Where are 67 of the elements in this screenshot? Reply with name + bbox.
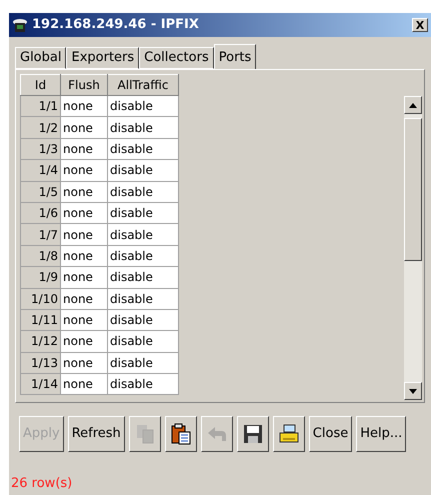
table-cell: none <box>60 160 108 182</box>
row-header-cell: 1/2 <box>20 116 60 138</box>
table-cell: disable <box>108 181 178 202</box>
row-header-cell: 1/10 <box>20 288 60 310</box>
down-arrow-icon <box>409 388 417 394</box>
clipboard-icon <box>170 423 192 445</box>
table-cell: disable <box>108 224 178 246</box>
table-cell: none <box>60 96 108 117</box>
up-arrow-icon <box>409 102 417 108</box>
printer-button[interactable] <box>272 416 305 452</box>
table-cell: none <box>60 352 108 374</box>
tab[interactable]: Exporters <box>66 47 140 69</box>
table-cell: none <box>60 374 108 395</box>
row-header-cell: 1/1 <box>20 96 60 117</box>
table-cell: none <box>60 202 108 224</box>
row-header-cell: 1/13 <box>20 352 60 374</box>
scroll-thumb[interactable] <box>404 118 422 261</box>
table-cell: disable <box>108 288 178 310</box>
tab[interactable]: Ports <box>214 44 256 70</box>
table-cell: disable <box>108 266 178 288</box>
table-cell: none <box>60 181 108 202</box>
column-header[interactable]: Id <box>20 74 60 96</box>
row-header-cell: 1/4 <box>20 160 60 182</box>
table-cell: disable <box>108 202 178 224</box>
table-cell: none <box>60 330 108 352</box>
row-count-status: 26 row(s) <box>11 475 74 493</box>
scroll-down-button[interactable] <box>404 382 422 400</box>
column-header[interactable]: Flush <box>60 74 108 96</box>
table-cell: none <box>60 288 108 310</box>
row-header-cell: 1/8 <box>20 245 60 267</box>
row-header-cell: 1/7 <box>20 224 60 246</box>
table-cell: none <box>60 309 108 331</box>
printer-icon <box>278 423 300 445</box>
floppy-disk-button[interactable] <box>236 416 269 452</box>
column-header[interactable]: AllTraffic <box>108 74 178 96</box>
table-cell: none <box>60 245 108 267</box>
toolbar-button[interactable]: Close <box>308 416 352 452</box>
table-cell: disable <box>108 309 178 331</box>
window-close-button[interactable]: X <box>412 18 428 32</box>
window-title: 192.168.249.46 - IPFIX <box>32 16 199 34</box>
row-header-cell: 1/14 <box>20 374 60 395</box>
row-header-cell: 1/9 <box>20 266 60 288</box>
toolbar-button[interactable]: Help... <box>356 416 406 452</box>
row-header-cell: 1/12 <box>20 330 60 352</box>
table-cell: none <box>60 138 108 160</box>
row-header-cell: 1/11 <box>20 309 60 331</box>
table-cell: disable <box>108 245 178 267</box>
table-cell: disable <box>108 352 178 374</box>
toolbar-button[interactable]: Refresh <box>68 416 125 452</box>
table-cell: disable <box>108 160 178 182</box>
clipboard-button[interactable] <box>164 416 197 452</box>
tab[interactable]: Collectors <box>139 47 214 69</box>
scroll-up-button[interactable] <box>404 96 422 114</box>
table-cell: disable <box>108 138 178 160</box>
table-cell: none <box>60 266 108 288</box>
tab[interactable]: Global <box>15 47 66 69</box>
table-cell: none <box>60 224 108 246</box>
table-cell: disable <box>108 330 178 352</box>
table-cell: disable <box>108 96 178 117</box>
computer-icon <box>12 17 28 33</box>
scrollbar[interactable] <box>404 96 422 400</box>
row-header-cell: 1/6 <box>20 202 60 224</box>
table-cell: disable <box>108 116 178 138</box>
table-cell: none <box>60 116 108 138</box>
table-cell: disable <box>108 374 178 395</box>
row-header-cell: 1/3 <box>20 138 60 160</box>
row-header-cell: 1/5 <box>20 181 60 202</box>
